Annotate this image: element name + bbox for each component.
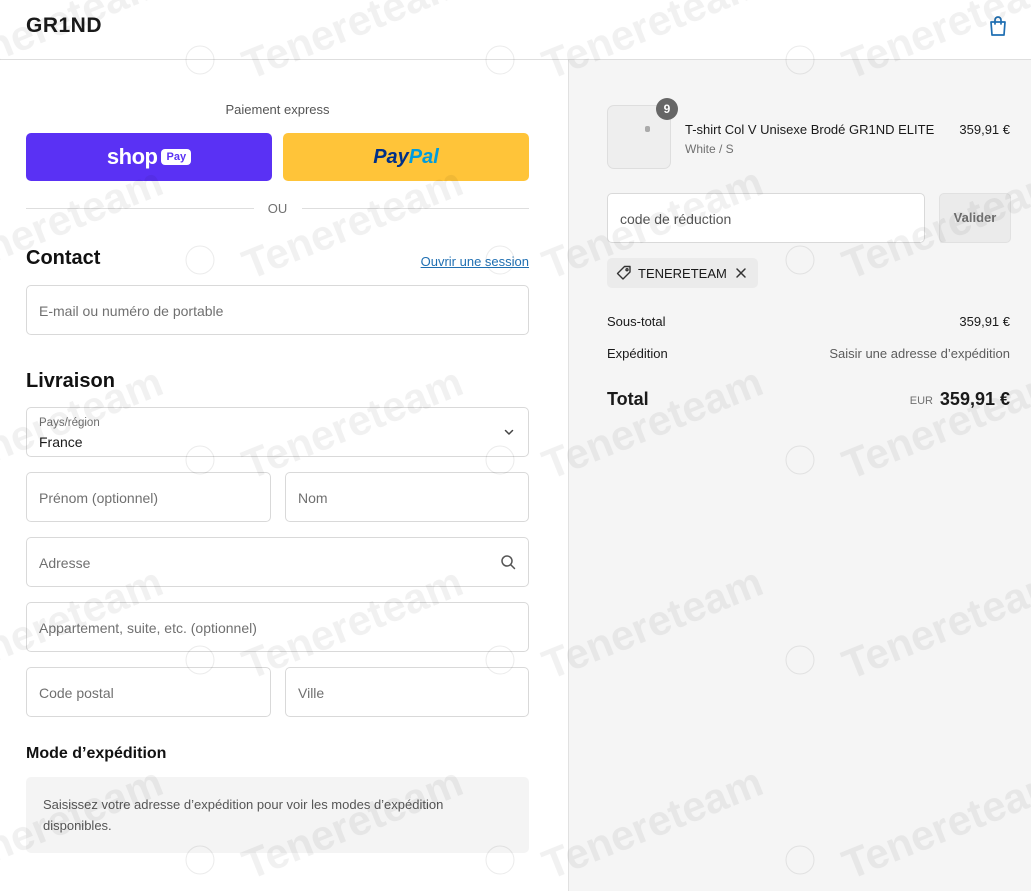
contact-heading: Contact bbox=[26, 247, 101, 269]
login-link[interactable]: Ouvrir une session bbox=[389, 254, 529, 269]
product-name: T-shirt Col V Unisexe Brodé GR1ND ELITE bbox=[685, 122, 935, 137]
tag-icon bbox=[616, 265, 631, 280]
apartment-placeholder: Appartement, suite, etc. (optionnel) bbox=[39, 620, 257, 636]
discount-code-label: TENERETEAM bbox=[638, 265, 727, 281]
close-icon[interactable] bbox=[733, 265, 749, 281]
chevron-down-icon bbox=[504, 429, 514, 435]
page-header: GR1ND bbox=[0, 0, 1031, 60]
paypal-button[interactable]: PayPal bbox=[283, 133, 529, 181]
shop-pay-logo-badge: Pay bbox=[161, 149, 192, 165]
checkout-form: Paiement express shop Pay PayPal OU Cont… bbox=[0, 60, 568, 891]
shipping-method-heading: Mode d’expédition bbox=[26, 745, 167, 762]
address-placeholder: Adresse bbox=[39, 555, 91, 571]
shipping-label: Expédition bbox=[607, 346, 668, 361]
order-summary: 9 T-shirt Col V Unisexe Brodé GR1ND ELIT… bbox=[568, 60, 1031, 891]
postal-code-field[interactable]: Code postal bbox=[26, 667, 271, 717]
subtotal-value: 359,91 € bbox=[959, 314, 1010, 329]
search-icon bbox=[501, 555, 516, 570]
country-label: Pays/région bbox=[39, 417, 100, 429]
cart-button[interactable] bbox=[986, 14, 1010, 38]
divider-line bbox=[302, 208, 529, 209]
shipping-value: Saisir une adresse d’expédition bbox=[829, 346, 1010, 361]
subtotal-label: Sous-total bbox=[607, 314, 666, 329]
apartment-field[interactable]: Appartement, suite, etc. (optionnel) bbox=[26, 602, 529, 652]
shop-pay-logo-word: shop bbox=[106, 144, 158, 169]
address-field[interactable]: Adresse bbox=[26, 537, 529, 587]
postal-code-placeholder: Code postal bbox=[39, 685, 114, 701]
delivery-heading: Livraison bbox=[26, 370, 115, 392]
express-checkout-label: Paiement express bbox=[225, 102, 330, 117]
shipping-notice-line: Saisissez votre adresse d’expédition pou… bbox=[43, 797, 444, 812]
or-divider: OU bbox=[26, 201, 529, 217]
email-field[interactable]: E-mail ou numéro de portable bbox=[26, 285, 529, 335]
country-select[interactable]: Pays/région France bbox=[26, 407, 529, 457]
total-value: 359,91 € bbox=[939, 389, 1010, 409]
total-label: Total bbox=[607, 389, 649, 409]
first-name-placeholder: Prénom (optionnel) bbox=[39, 490, 159, 506]
city-placeholder: Ville bbox=[298, 685, 325, 701]
last-name-placeholder: Nom bbox=[298, 490, 328, 506]
brand-logo[interactable]: GR1ND bbox=[26, 14, 102, 38]
product-image-detail bbox=[645, 126, 650, 132]
shop-pay-button[interactable]: shop Pay bbox=[26, 133, 272, 181]
paypal-logo: PayPal bbox=[373, 145, 439, 168]
product-variant: White / S bbox=[685, 142, 734, 156]
apply-discount-button[interactable]: Valider bbox=[939, 193, 1011, 243]
product-price: 359,91 € bbox=[959, 122, 1010, 137]
last-name-field[interactable]: Nom bbox=[285, 472, 529, 522]
discount-code-input[interactable]: code de réduction bbox=[607, 193, 925, 243]
shipping-method-notice: Saisissez votre adresse d’expédition pou… bbox=[26, 777, 529, 853]
city-field[interactable]: Ville bbox=[285, 667, 529, 717]
shipping-notice-line: disponibles. bbox=[43, 818, 112, 833]
quantity-badge: 9 bbox=[656, 98, 678, 120]
shopping-bag-icon bbox=[990, 16, 1006, 36]
discount-placeholder: code de réduction bbox=[620, 211, 732, 227]
applied-discount-tag: TENERETEAM bbox=[607, 258, 758, 288]
country-value: France bbox=[39, 434, 83, 450]
first-name-field[interactable]: Prénom (optionnel) bbox=[26, 472, 271, 522]
total-currency: EUR bbox=[909, 395, 933, 407]
email-placeholder: E-mail ou numéro de portable bbox=[39, 303, 224, 319]
